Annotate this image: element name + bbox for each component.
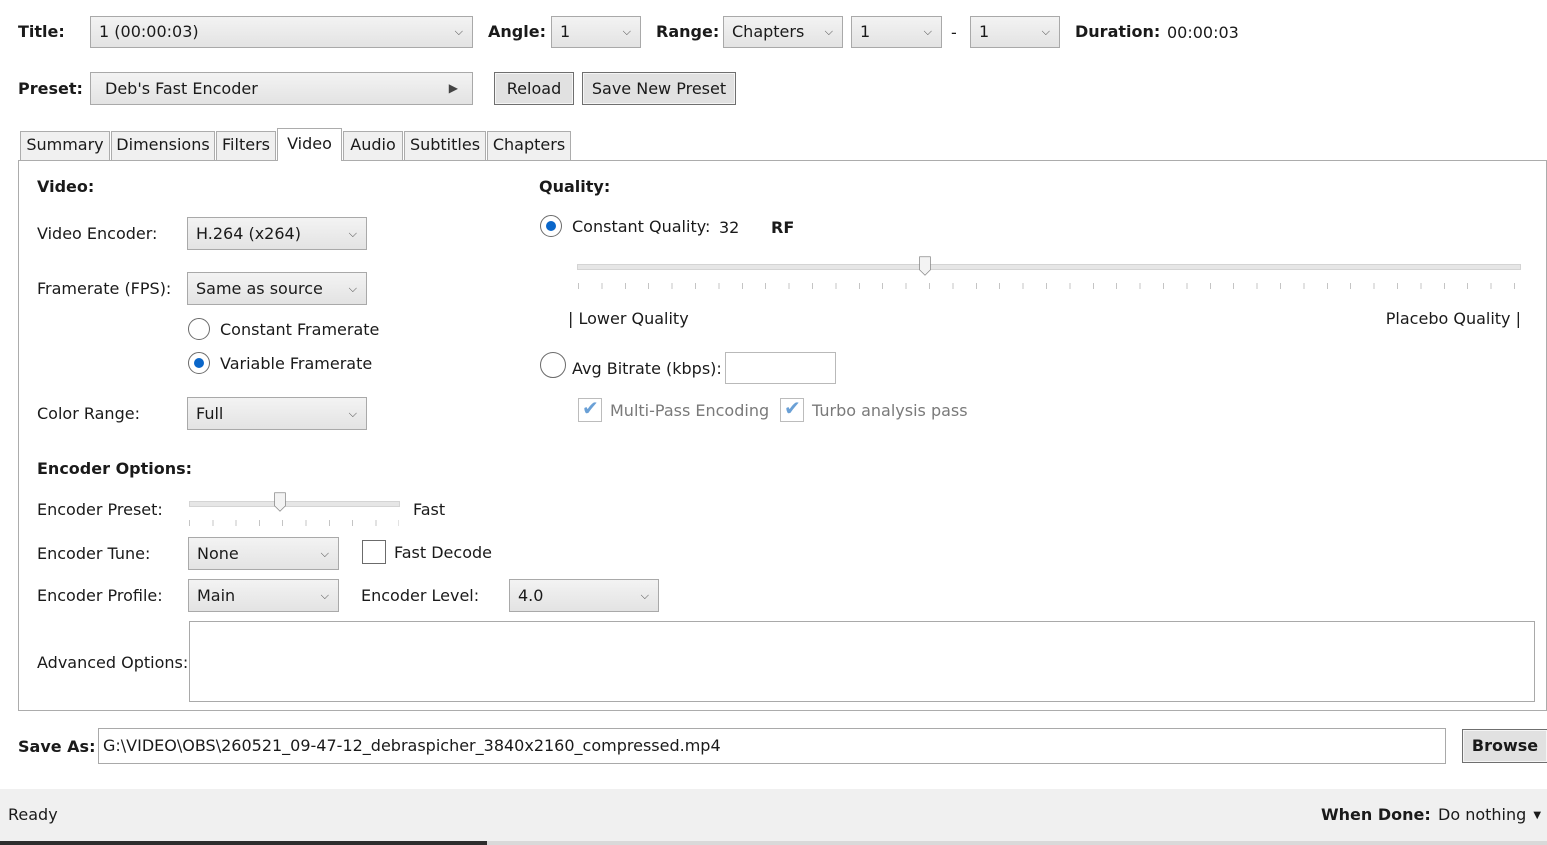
range-separator: - (951, 23, 957, 42)
tab-subtitles[interactable]: Subtitles (404, 131, 486, 161)
angle-select[interactable]: 1 ⌵ (551, 16, 641, 48)
chevron-down-icon: ⌵ (824, 25, 833, 38)
angle-select-value: 1 (560, 22, 571, 41)
title-select[interactable]: 1 (00:00:03) ⌵ (90, 16, 473, 48)
taskbar-strip (0, 841, 1547, 845)
taskbar-preview (0, 841, 487, 845)
when-done-value: Do nothing (1438, 805, 1527, 824)
save-as-label: Save As: (18, 737, 96, 756)
caret-down-icon: ▼ (1533, 810, 1542, 821)
preset-select-value: Deb's Fast Encoder (105, 79, 258, 98)
range-start-value: 1 (860, 22, 871, 41)
range-type-value: Chapters (732, 22, 805, 41)
chevron-down-icon: ⌵ (1041, 25, 1050, 38)
reload-button[interactable]: Reload (494, 72, 574, 105)
status-bar: Ready When Done: Do nothing ▼ (0, 789, 1547, 841)
duration-label: Duration: (1075, 22, 1161, 41)
tab-audio[interactable]: Audio (343, 131, 403, 161)
tab-filters[interactable]: Filters (216, 131, 276, 161)
range-start-select[interactable]: 1 ⌵ (851, 16, 942, 48)
range-type-select[interactable]: Chapters ⌵ (723, 16, 843, 48)
title-select-value: 1 (00:00:03) (99, 22, 199, 41)
title-label: Title: (18, 22, 65, 41)
duration-value: 00:00:03 (1167, 23, 1239, 42)
chevron-down-icon: ⌵ (454, 25, 463, 38)
tab-dimensions[interactable]: Dimensions (111, 131, 215, 161)
tab-summary[interactable]: Summary (20, 131, 110, 161)
preset-select[interactable]: Deb's Fast Encoder ▶ (90, 72, 473, 105)
tab-chapters[interactable]: Chapters (487, 131, 571, 161)
chevron-down-icon: ⌵ (622, 25, 631, 38)
range-end-value: 1 (979, 22, 990, 41)
when-done-select[interactable]: Do nothing ▼ (1438, 805, 1546, 827)
range-label: Range: (656, 22, 720, 41)
range-end-select[interactable]: 1 ⌵ (970, 16, 1060, 48)
angle-label: Angle: (488, 22, 546, 41)
tab-video[interactable]: Video (277, 128, 342, 161)
save-as-path-input[interactable]: G:\VIDEO\OBS\260521_09-47-12_debraspiche… (98, 728, 1446, 764)
status-text: Ready (8, 805, 58, 824)
video-tab-panel (18, 160, 1547, 711)
browse-button[interactable]: Browse (1462, 729, 1547, 763)
chevron-right-icon: ▶ (448, 81, 458, 95)
when-done-label: When Done: (1321, 805, 1431, 824)
save-new-preset-button[interactable]: Save New Preset (582, 72, 736, 105)
preset-label: Preset: (18, 79, 83, 98)
save-as-path-value: G:\VIDEO\OBS\260521_09-47-12_debraspiche… (103, 736, 721, 755)
chevron-down-icon: ⌵ (923, 25, 932, 38)
